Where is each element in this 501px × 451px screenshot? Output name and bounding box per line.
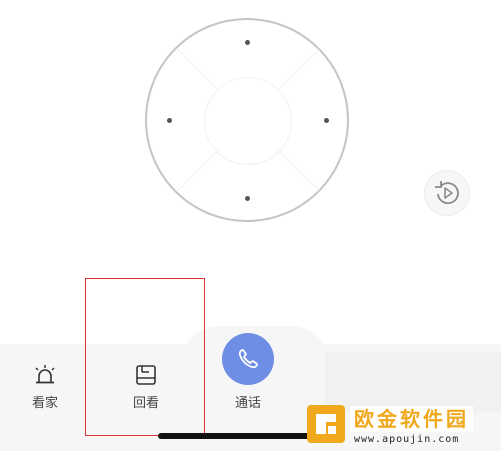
dpad-up-button[interactable]	[245, 40, 250, 45]
replay-button[interactable]	[424, 170, 470, 216]
watermark-logo-icon	[307, 405, 345, 443]
replay-icon	[435, 181, 459, 205]
phone-icon	[238, 349, 258, 369]
dpad-down-button[interactable]	[245, 196, 250, 201]
alarm-icon	[35, 365, 55, 384]
watermark: 欧金软件园 www.apoujin.com	[302, 402, 501, 451]
dpad-center[interactable]	[204, 77, 292, 165]
tab-label-call: 通话	[234, 396, 261, 411]
highlight-box	[85, 278, 205, 436]
watermark-url: www.apoujin.com	[354, 434, 460, 445]
tab-label: 看家	[31, 396, 58, 411]
tab-watch-home[interactable]: 看家	[10, 364, 80, 411]
dpad-left-button[interactable]	[167, 118, 172, 123]
call-button[interactable]	[222, 333, 274, 385]
watermark-title: 欧金软件园	[350, 406, 473, 432]
ptz-direction-pad[interactable]	[145, 18, 349, 222]
dpad-right-button[interactable]	[324, 118, 329, 123]
app-screen: 看家 回看 通话 欧金软件园 www.apoujin.com	[0, 0, 501, 451]
